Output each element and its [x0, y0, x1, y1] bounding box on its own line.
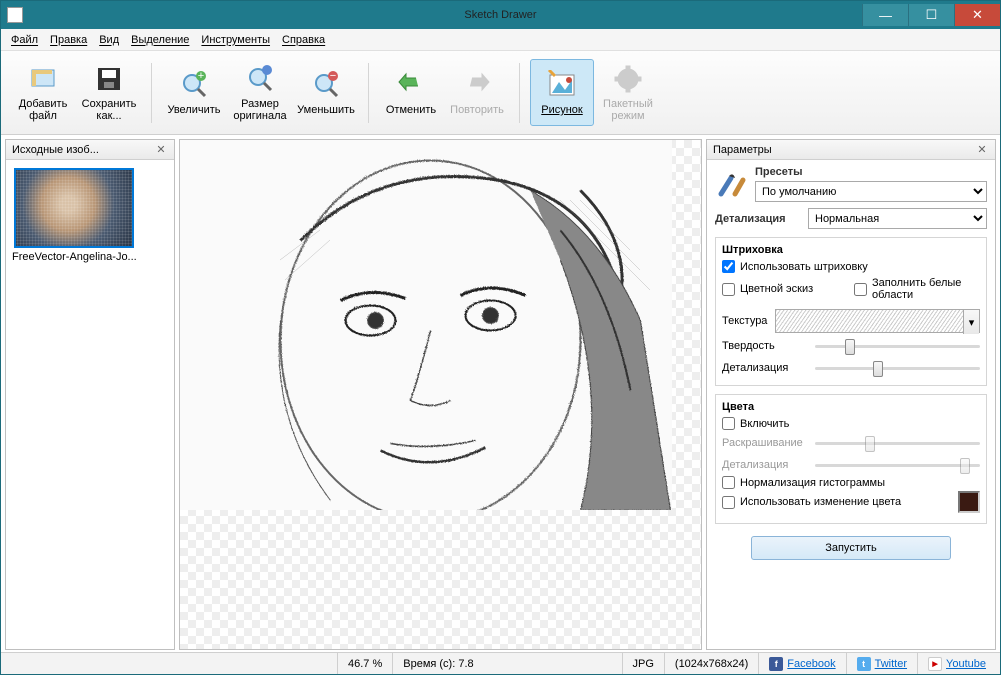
add-file-icon: [27, 63, 59, 95]
run-button[interactable]: Запустить: [751, 536, 951, 560]
add-file-button[interactable]: Добавить файл: [11, 59, 75, 126]
parameters-close-button[interactable]: ✕: [975, 143, 989, 157]
save-as-button[interactable]: Сохранить как...: [77, 59, 141, 126]
undo-icon: [395, 69, 427, 101]
menu-selection[interactable]: Выделение: [131, 34, 189, 46]
menu-tools[interactable]: Инструменты: [201, 34, 270, 46]
enable-colors-checkbox[interactable]: Включить: [722, 417, 980, 430]
use-color-change-checkbox[interactable]: Использовать изменение цвета: [722, 496, 953, 509]
svg-text:+: +: [198, 70, 204, 82]
batch-icon: [612, 63, 644, 95]
youtube-link[interactable]: ▶Youtube: [917, 653, 996, 674]
use-strokes-checkbox[interactable]: Использовать штриховку: [722, 260, 980, 273]
color-swatch[interactable]: [958, 491, 980, 513]
chevron-down-icon: ▾: [963, 310, 979, 334]
zoom-out-button[interactable]: − Уменьшить: [294, 59, 358, 126]
status-format: JPG: [622, 653, 664, 674]
stroke-detail-slider[interactable]: [815, 359, 980, 377]
source-panel-title: Исходные изоб...: [12, 144, 154, 156]
presets-icon: [715, 168, 747, 200]
close-button[interactable]: ✕: [954, 4, 1000, 26]
normalize-checkbox[interactable]: Нормализация гистограммы: [722, 476, 980, 489]
colorize-label: Раскрашивание: [722, 437, 807, 449]
menu-help[interactable]: Справка: [282, 34, 325, 46]
hardness-slider[interactable]: [815, 337, 980, 355]
facebook-link[interactable]: fFacebook: [758, 653, 845, 674]
window-title: Sketch Drawer: [464, 9, 536, 21]
stroke-detail-label: Детализация: [722, 362, 807, 374]
menu-edit[interactable]: Правка: [50, 34, 87, 46]
parameters-title: Параметры: [713, 144, 975, 156]
menu-bar: Файл Правка Вид Выделение Инструменты Сп…: [1, 29, 1000, 51]
original-size-button[interactable]: Размер оригинала: [228, 59, 292, 126]
status-dimensions: (1024x768x24): [664, 653, 758, 674]
svg-text:−: −: [330, 70, 336, 82]
image-mode-button[interactable]: Рисунок: [530, 59, 594, 126]
source-panel-close-button[interactable]: ✕: [154, 143, 168, 157]
original-size-icon: [244, 63, 276, 95]
batch-mode-button: Пакетный режим: [596, 59, 660, 126]
thumbnail-label: FreeVector-Angelina-Jo...: [12, 251, 168, 263]
menu-view[interactable]: Вид: [99, 34, 119, 46]
colors-title: Цвета: [722, 401, 980, 413]
minimize-button[interactable]: —: [862, 4, 908, 26]
save-icon: [93, 63, 125, 95]
toolbar: Добавить файл Сохранить как... + Увеличи…: [1, 51, 1000, 135]
strokes-title: Штриховка: [722, 244, 980, 256]
status-bar: 46.7 % Время (с): 7.8 JPG (1024x768x24) …: [1, 652, 1000, 674]
zoom-in-icon: +: [178, 69, 210, 101]
workspace: Исходные изоб... ✕ FreeVector-Angelina-J…: [1, 135, 1000, 652]
status-time: Время (с): 7.8: [392, 653, 621, 674]
detail-label: Детализация: [715, 213, 800, 225]
undo-button[interactable]: Отменить: [379, 65, 443, 120]
texture-label: Текстура: [722, 315, 767, 327]
redo-button: Повторить: [445, 65, 509, 120]
fill-white-checkbox[interactable]: Заполнить белые области: [854, 277, 980, 301]
preset-select[interactable]: По умолчанию: [755, 181, 987, 202]
source-thumbnail[interactable]: [14, 168, 134, 248]
texture-dropdown[interactable]: ▾: [775, 309, 980, 333]
facebook-icon: f: [769, 657, 783, 671]
status-zoom: 46.7 %: [337, 653, 392, 674]
image-icon: [546, 69, 578, 101]
maximize-button[interactable]: ☐: [908, 4, 954, 26]
color-sketch-checkbox[interactable]: Цветной эскиз: [722, 277, 848, 301]
zoom-out-icon: −: [310, 69, 342, 101]
detail-select[interactable]: Нормальная: [808, 208, 987, 229]
presets-label: Пресеты: [755, 166, 987, 178]
twitter-link[interactable]: tTwitter: [846, 653, 917, 674]
redo-icon: [461, 69, 493, 101]
sketch-preview: [180, 140, 672, 510]
youtube-icon: ▶: [928, 657, 942, 671]
parameters-panel: Параметры ✕ Пресеты По умолчанию Детализ…: [706, 139, 996, 650]
app-window: Sketch Drawer — ☐ ✕ Файл Правка Вид Выде…: [0, 0, 1001, 675]
source-panel: Исходные изоб... ✕ FreeVector-Angelina-J…: [5, 139, 175, 650]
colors-group: Цвета Включить Раскрашивание Детализация…: [715, 394, 987, 524]
app-icon: [7, 7, 23, 23]
strokes-group: Штриховка Использовать штриховку Цветной…: [715, 237, 987, 386]
hardness-label: Твердость: [722, 340, 807, 352]
twitter-icon: t: [857, 657, 871, 671]
colorize-slider: [815, 434, 980, 452]
canvas[interactable]: [179, 139, 702, 650]
color-detail-label: Детализация: [722, 459, 807, 471]
color-detail-slider: [815, 456, 980, 474]
zoom-in-button[interactable]: + Увеличить: [162, 59, 226, 126]
menu-file[interactable]: Файл: [11, 34, 38, 46]
title-bar: Sketch Drawer — ☐ ✕: [1, 1, 1000, 29]
